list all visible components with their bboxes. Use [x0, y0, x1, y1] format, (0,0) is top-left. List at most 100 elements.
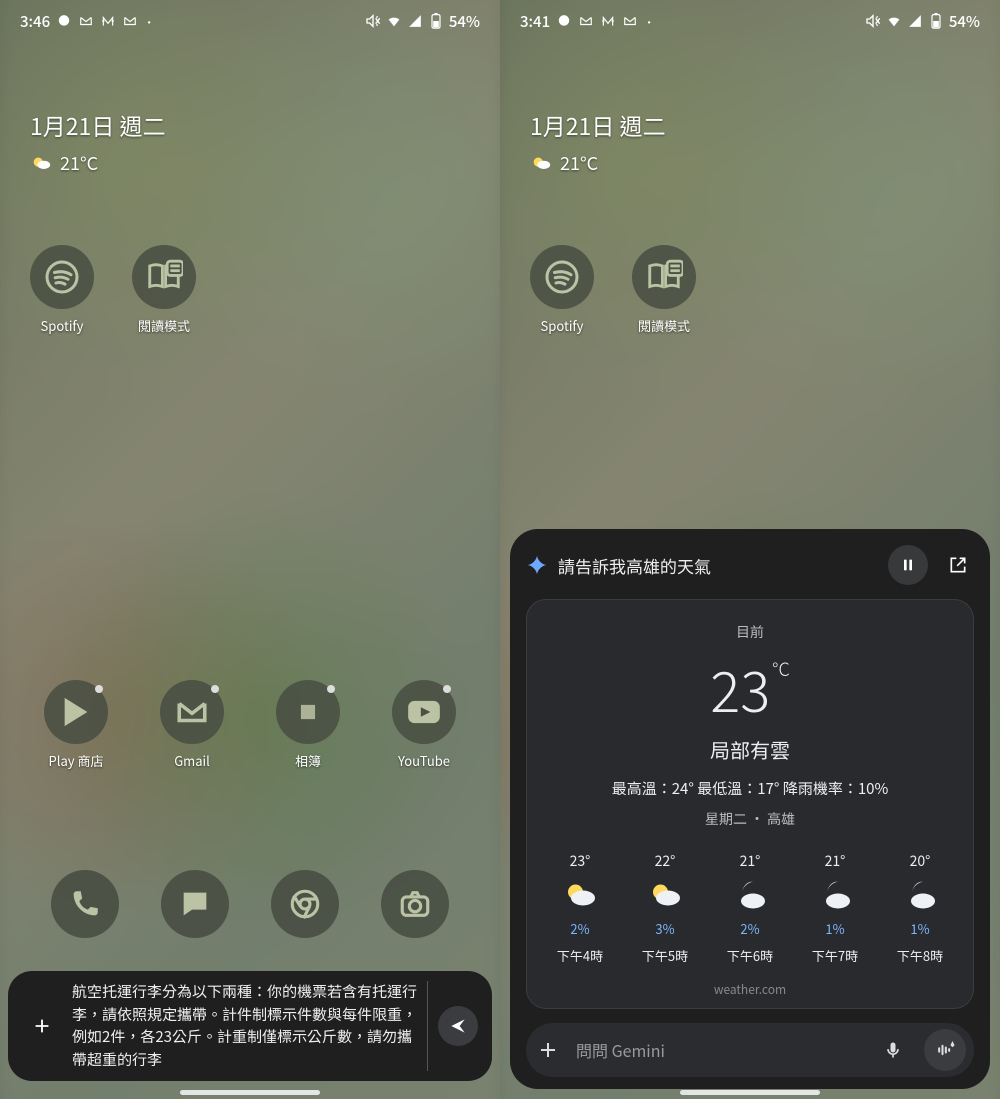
- status-bar: 3:46 • 54%: [0, 0, 500, 42]
- weather-card[interactable]: 目前 23 °C 局部有雲 最高溫：24° 最低溫：17° 降雨機率：10% 星…: [526, 599, 974, 1009]
- hour-temp: 20°: [910, 851, 931, 871]
- hourly-item: 21° 1% 下午7時: [798, 851, 872, 965]
- hourly-item: 21° 2% 下午6時: [713, 851, 787, 965]
- hourly-item: 23° 2% 下午4時: [543, 851, 617, 965]
- gmail-icon: [578, 13, 594, 29]
- battery-icon: [928, 13, 944, 29]
- wifi-icon: [386, 13, 402, 29]
- gemini-sheet: 請告訴我高雄的天氣 目前 23 °C 局部有雲 最高溫：24° 最低溫：17° …: [510, 529, 990, 1089]
- app-reader[interactable]: 閱讀模式: [132, 245, 196, 335]
- nav-handle[interactable]: [180, 1090, 320, 1095]
- hour-temp: 21°: [740, 851, 761, 871]
- temp-text: 21°C: [60, 150, 98, 176]
- app-photos[interactable]: 相簿: [276, 680, 340, 770]
- app-label: YouTube: [398, 751, 450, 770]
- gemini-input-bar[interactable]: 問問 Gemini: [526, 1023, 974, 1077]
- hour-temp: 23°: [570, 851, 591, 871]
- send-button[interactable]: [438, 1006, 478, 1046]
- monogram-icon: [600, 13, 616, 29]
- notification-badge: [327, 685, 335, 693]
- hour-precip: 2%: [740, 919, 759, 938]
- top-app-row: Spotify 閱讀模式: [30, 245, 196, 335]
- waveform-button[interactable]: [924, 1029, 966, 1071]
- weather-attribution: weather.com: [541, 981, 959, 998]
- app-play[interactable]: Play 商店: [44, 680, 108, 770]
- expand-button[interactable]: [22, 1006, 62, 1046]
- camera-icon: [381, 870, 449, 938]
- reader-icon: [632, 245, 696, 309]
- hour-time: 下午8時: [897, 946, 943, 965]
- youtube-icon: [392, 680, 456, 744]
- wifi-icon: [886, 13, 902, 29]
- temp-text: 21°C: [560, 150, 598, 176]
- hour-precip: 1%: [910, 919, 929, 938]
- current-stats: 最高溫：24° 最低溫：17° 降雨機率：10%: [541, 778, 959, 799]
- nav-handle[interactable]: [680, 1090, 820, 1095]
- notification-badge: [95, 685, 103, 693]
- photos-icon: [276, 680, 340, 744]
- gmail-icon: [160, 680, 224, 744]
- app-messages[interactable]: [161, 870, 229, 938]
- hour-weather-icon: [647, 877, 683, 913]
- date-weather-widget[interactable]: 1月21日 週二 21°C: [30, 108, 165, 176]
- mute-icon: [365, 13, 381, 29]
- spotify-icon: [30, 245, 94, 309]
- app-chrome[interactable]: [271, 870, 339, 938]
- mic-button[interactable]: [872, 1029, 914, 1071]
- messages-icon: [161, 870, 229, 938]
- app-label: 閱讀模式: [138, 316, 190, 335]
- gmail-icon: [78, 13, 94, 29]
- messenger-icon: [56, 13, 72, 29]
- phone-icon: [51, 870, 119, 938]
- hour-temp: 22°: [655, 851, 676, 871]
- hour-time: 下午6時: [727, 946, 773, 965]
- app-camera[interactable]: [381, 870, 449, 938]
- app-phone[interactable]: [51, 870, 119, 938]
- hour-precip: 1%: [825, 919, 844, 938]
- status-battery-pct: 54%: [449, 11, 480, 32]
- notification-badge: [443, 685, 451, 693]
- hour-weather-icon: [732, 877, 768, 913]
- hourly-item: 20° 1% 下午8時: [883, 851, 957, 965]
- top-app-row: Spotify 閱讀模式: [530, 245, 696, 335]
- hour-time: 下午5時: [642, 946, 688, 965]
- spotify-icon: [530, 245, 594, 309]
- hour-weather-icon: [817, 877, 853, 913]
- weather-icon: [30, 152, 52, 174]
- current-temp: 23 °C: [710, 648, 790, 729]
- gemini-header: 請告訴我高雄的天氣: [526, 545, 974, 585]
- dock: [0, 870, 500, 938]
- open-button[interactable]: [938, 555, 974, 575]
- monogram-icon: [100, 13, 116, 29]
- date-weather-widget[interactable]: 1月21日 週二 21°C: [530, 108, 665, 176]
- app-reader[interactable]: 閱讀模式: [632, 245, 696, 335]
- mute-icon: [865, 13, 881, 29]
- gemini-query-text: 請告訴我高雄的天氣: [558, 553, 878, 578]
- app-spotify[interactable]: Spotify: [530, 245, 594, 335]
- reader-icon: [132, 245, 196, 309]
- current-label: 目前: [541, 622, 959, 642]
- hour-precip: 3%: [655, 919, 674, 938]
- play-icon: [44, 680, 108, 744]
- gemini-response-toast[interactable]: 航空托運行李分為以下兩種：你的機票若含有托運行李，請依照規定攜帶。計件制標示件數…: [8, 971, 492, 1081]
- gmail-icon-2: [622, 13, 638, 29]
- phone-right: 3:41 • 54% 1月21日 週二 21°C Spotify 閱讀模式 請告訴…: [500, 0, 1000, 1099]
- status-time: 3:41: [520, 11, 550, 32]
- current-temp-unit: °C: [772, 656, 790, 682]
- signal-icon: [407, 13, 423, 29]
- notification-badge: [211, 685, 219, 693]
- battery-icon: [428, 13, 444, 29]
- app-youtube[interactable]: YouTube: [392, 680, 456, 770]
- app-spotify[interactable]: Spotify: [30, 245, 94, 335]
- hourly-forecast: 23° 2% 下午4時 22° 3% 下午5時 21° 2% 下午6時 21° …: [541, 851, 959, 965]
- app-gmail[interactable]: Gmail: [160, 680, 224, 770]
- status-overflow-dot: •: [144, 14, 154, 29]
- pause-button[interactable]: [888, 545, 928, 585]
- date-text: 1月21日 週二: [530, 108, 665, 142]
- app-label: Spotify: [541, 316, 584, 335]
- status-bar: 3:41 • 54%: [500, 0, 1000, 42]
- add-button[interactable]: [536, 1038, 560, 1062]
- current-condition: 局部有雲: [541, 735, 959, 764]
- status-overflow-dot: •: [644, 14, 654, 29]
- signal-icon: [907, 13, 923, 29]
